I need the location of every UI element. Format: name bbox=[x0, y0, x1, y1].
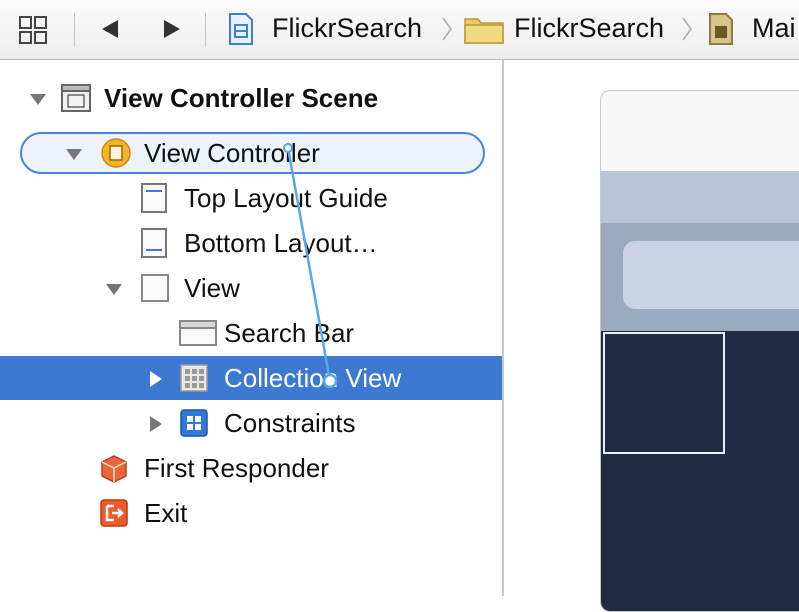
outline-row-search-bar[interactable]: Search Bar bbox=[0, 311, 502, 355]
crumb-storyboard[interactable]: Mai bbox=[752, 11, 796, 45]
crumb-folder[interactable]: FlickrSearch bbox=[514, 11, 664, 45]
constraints-icon bbox=[180, 409, 208, 437]
back-arrow-icon[interactable] bbox=[98, 17, 122, 41]
disclosure-expanded-icon[interactable] bbox=[104, 279, 124, 299]
outline-row-first-responder[interactable]: First Responder bbox=[0, 446, 502, 490]
first-responder-icon bbox=[101, 455, 127, 483]
collection-view-icon bbox=[180, 364, 208, 392]
search-bar-icon bbox=[179, 320, 217, 346]
crumb-project[interactable]: FlickrSearch bbox=[272, 11, 422, 45]
disclosure-expanded-icon[interactable] bbox=[64, 144, 84, 164]
outline-row-label: View Controller bbox=[144, 138, 320, 168]
exit-icon bbox=[100, 499, 128, 527]
outline-row-view-controller[interactable]: View Controller bbox=[0, 131, 502, 175]
outline-row-label: Constraints bbox=[224, 408, 356, 438]
view-controller-icon bbox=[101, 138, 131, 168]
storyboard-file-icon[interactable] bbox=[708, 13, 734, 45]
top-layout-guide-icon bbox=[141, 183, 167, 213]
outline-row-label: Search Bar bbox=[224, 318, 355, 348]
jump-bar: FlickrSearch FlickrSearch Mai bbox=[0, 0, 799, 60]
outline-row-bottom-layout-guide[interactable]: Bottom Layout… bbox=[0, 221, 502, 265]
disclosure-expanded-icon[interactable] bbox=[28, 89, 48, 109]
outline-row-exit[interactable]: Exit bbox=[0, 491, 502, 535]
related-items-icon[interactable] bbox=[18, 15, 48, 45]
scene-icon bbox=[61, 84, 91, 112]
chevron-right-icon bbox=[682, 17, 692, 41]
project-file-icon[interactable] bbox=[228, 13, 254, 45]
outline-row-top-layout-guide[interactable]: Top Layout Guide bbox=[0, 176, 502, 220]
scene-dock bbox=[601, 91, 799, 172]
view-icon bbox=[141, 274, 169, 302]
outline-row-label: First Responder bbox=[144, 453, 329, 483]
outline-row-constraints[interactable]: Constraints bbox=[0, 401, 502, 445]
chevron-right-icon bbox=[442, 17, 452, 41]
storyboard-canvas[interactable] bbox=[504, 60, 799, 612]
outline-row-label: View bbox=[184, 273, 240, 303]
outline-row-collection-view[interactable]: Collection View bbox=[0, 356, 502, 400]
scene-frame[interactable] bbox=[600, 90, 799, 612]
forward-arrow-icon[interactable] bbox=[160, 17, 184, 41]
bottom-layout-guide-icon bbox=[141, 228, 167, 258]
disclosure-collapsed-icon[interactable] bbox=[146, 414, 166, 434]
outline-row-view-controller-scene[interactable]: View Controller Scene bbox=[0, 76, 502, 120]
outline-row-view[interactable]: View bbox=[0, 266, 502, 310]
search-bar-top-strip bbox=[601, 171, 799, 223]
folder-icon[interactable] bbox=[464, 14, 504, 44]
outline-row-label: Collection View bbox=[224, 363, 402, 393]
collection-cell-preview[interactable] bbox=[603, 332, 725, 454]
separator bbox=[74, 13, 75, 47]
outline-row-label: View Controller Scene bbox=[104, 83, 379, 113]
search-field-preview[interactable] bbox=[623, 241, 799, 309]
outline-row-label: Top Layout Guide bbox=[184, 183, 388, 213]
outline-row-label: Bottom Layout… bbox=[184, 228, 378, 258]
separator bbox=[205, 13, 206, 47]
outline-row-label: Exit bbox=[144, 498, 188, 528]
disclosure-collapsed-icon[interactable] bbox=[146, 369, 166, 389]
